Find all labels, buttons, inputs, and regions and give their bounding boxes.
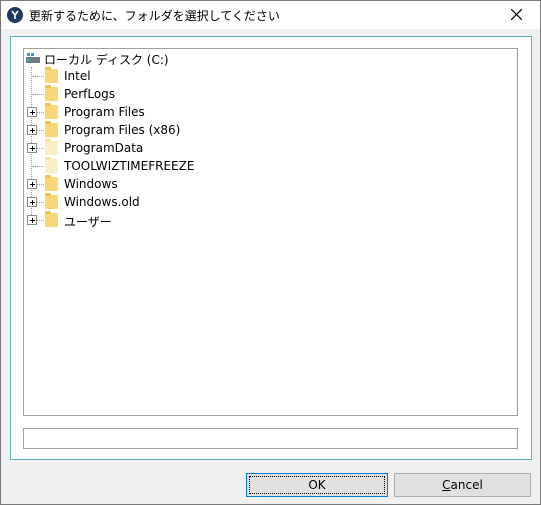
- tree-row-folder[interactable]: ProgramData: [24, 139, 504, 157]
- tree-branch-line: [37, 112, 44, 113]
- tree-row-folder[interactable]: Program Files: [24, 103, 504, 121]
- folder-icon: [45, 85, 58, 101]
- folder-label: PerfLogs: [64, 87, 116, 101]
- folder-icon: [45, 211, 58, 227]
- folder-icon: [45, 193, 58, 209]
- tree-branch-line: [37, 202, 44, 203]
- tree-row-drive[interactable]: ローカル ディスク (C:): [24, 49, 504, 67]
- tree-branch-line: [37, 148, 44, 149]
- plus-expander-icon[interactable]: [27, 107, 37, 117]
- dialog-title: 更新するために、フォルダを選択してください: [29, 9, 280, 23]
- folder-label: TOOLWIZTIMEFREEZE: [64, 159, 195, 173]
- title-bar: 更新するために、フォルダを選択してください: [1, 1, 540, 29]
- folder-tree[interactable]: ローカル ディスク (C:) Intel PerfLogs Program File…: [23, 48, 518, 416]
- plus-expander-icon[interactable]: [27, 197, 37, 207]
- folder-icon: [45, 67, 58, 83]
- app-logo-icon: [7, 7, 23, 23]
- folder-icon: [45, 121, 58, 137]
- folder-icon: [45, 139, 58, 155]
- tree-row-folder[interactable]: Windows: [24, 175, 504, 193]
- folder-label: Windows: [64, 177, 118, 191]
- tree-row-folder[interactable]: ユーザー: [24, 211, 504, 229]
- cancel-button[interactable]: Cancel: [394, 473, 531, 497]
- path-input[interactable]: [23, 428, 518, 449]
- close-icon: [511, 9, 522, 20]
- tree-row-folder[interactable]: Program Files (x86): [24, 121, 504, 139]
- close-button[interactable]: [494, 1, 540, 29]
- drive-icon: [26, 53, 40, 63]
- tree-branch-line: [32, 76, 44, 77]
- tree-branch-line: [32, 94, 44, 95]
- folder-label: ユーザー: [64, 215, 112, 229]
- ok-button[interactable]: OK: [246, 473, 388, 497]
- tree-row-folder[interactable]: TOOLWIZTIMEFREEZE: [24, 157, 504, 175]
- plus-expander-icon[interactable]: [27, 125, 37, 135]
- plus-expander-icon[interactable]: [27, 215, 37, 225]
- folder-label: Program Files (x86): [64, 123, 181, 137]
- tree-branch-line: [37, 220, 44, 221]
- focus-rectangle: [249, 476, 385, 494]
- folder-label: Windows.old: [64, 195, 140, 209]
- tree-branch-line: [37, 130, 44, 131]
- folder-icon: [45, 175, 58, 191]
- cancel-label: Cancel: [442, 478, 483, 492]
- plus-expander-icon[interactable]: [27, 143, 37, 153]
- folder-icon: [45, 157, 58, 173]
- plus-expander-icon[interactable]: [27, 179, 37, 189]
- tree-branch-line: [32, 166, 44, 167]
- folder-label: Program Files: [64, 105, 145, 119]
- folder-icon: [45, 103, 58, 119]
- dialog-panel: ローカル ディスク (C:) Intel PerfLogs Program File…: [10, 36, 532, 460]
- folder-select-dialog: 更新するために、フォルダを選択してください ローカル ディスク (C:) Int…: [0, 0, 541, 505]
- folder-label: Intel: [64, 69, 91, 83]
- folder-label: ProgramData: [64, 141, 144, 155]
- drive-label: ローカル ディスク (C:): [44, 53, 169, 67]
- tree-branch-line: [37, 184, 44, 185]
- tree-row-folder[interactable]: PerfLogs: [24, 85, 504, 103]
- tree-row-folder[interactable]: Intel: [24, 67, 504, 85]
- tree-row-folder[interactable]: Windows.old: [24, 193, 504, 211]
